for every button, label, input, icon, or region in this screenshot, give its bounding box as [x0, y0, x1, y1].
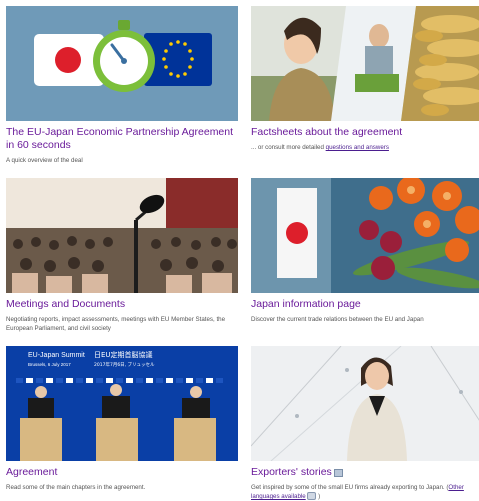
factsheets-thumbnail[interactable]	[251, 6, 479, 121]
card-desc-epa: A quick overview of the deal	[6, 157, 83, 164]
meetings-thumbnail[interactable]	[6, 178, 238, 293]
businesswoman-photo	[251, 346, 479, 461]
card-title-epa[interactable]: The EU-Japan Economic Partnership Agreem…	[6, 126, 238, 152]
exporters-thumbnail[interactable]	[251, 346, 479, 461]
card-epa-60-seconds: The EU-Japan Economic Partnership Agreem…	[6, 6, 238, 165]
exporters-title-row: Exporters' stories	[251, 466, 479, 479]
external-link-icon[interactable]	[333, 468, 343, 477]
card-title-exporters[interactable]: Exporters' stories	[251, 466, 332, 479]
conference-microphone-photo	[6, 178, 238, 293]
summit-banner-title: EU-Japan Summit	[28, 352, 85, 359]
desc-prefix: Get inspired by some of the small EU fir…	[251, 484, 449, 491]
japan-flag-orchids-photo	[251, 178, 479, 293]
card-title-agreement[interactable]: Agreement	[6, 466, 238, 479]
card-meetings: Meetings and Documents Negotiating repor…	[6, 178, 238, 333]
flags-timer-illustration	[6, 6, 238, 121]
epa-video-thumbnail[interactable]	[6, 6, 238, 121]
summit-banner-jp-place: 2017年7月6日, ブリュッセル	[94, 361, 155, 368]
card-japan-info: Japan information page Discover the curr…	[251, 178, 479, 324]
card-desc-japan-info: Discover the current trade relations bet…	[251, 316, 424, 323]
card-agreement: EU-Japan Summit 日EU定期首脳協議 Brussels, 6 Ju…	[6, 346, 238, 492]
japan-info-thumbnail[interactable]	[251, 178, 479, 293]
summit-photo: EU-Japan Summit 日EU定期首脳協議 Brussels, 6 Ju…	[6, 346, 238, 461]
card-desc-meetings: Negotiating reports, impact assessments,…	[6, 316, 226, 332]
card-title-factsheets[interactable]: Factsheets about the agreement	[251, 126, 479, 139]
card-title-meetings[interactable]: Meetings and Documents	[6, 298, 238, 311]
farmers-cheese-photo	[251, 6, 479, 121]
card-desc-factsheets: ... or consult more detailed questions a…	[251, 143, 479, 152]
summit-banner-jp-title: 日EU定期首脳協議	[94, 350, 153, 359]
desc-suffix: )	[316, 493, 321, 500]
card-exporters: Exporters' stories Get inspired by some …	[251, 346, 479, 501]
summit-banner-place: Brussels, 6 July 2017	[28, 362, 71, 367]
agreement-thumbnail[interactable]: EU-Japan Summit 日EU定期首脳協議 Brussels, 6 Ju…	[6, 346, 238, 461]
card-title-japan-info[interactable]: Japan information page	[251, 298, 479, 311]
questions-and-answers-link[interactable]: questions and answers	[326, 144, 389, 151]
desc-prefix: ... or consult more detailed	[251, 144, 326, 151]
card-desc-exporters: Get inspired by some of the small EU fir…	[251, 483, 479, 501]
card-factsheets: Factsheets about the agreement ... or co…	[251, 6, 479, 152]
card-desc-agreement: Read some of the main chapters in the ag…	[6, 484, 146, 491]
